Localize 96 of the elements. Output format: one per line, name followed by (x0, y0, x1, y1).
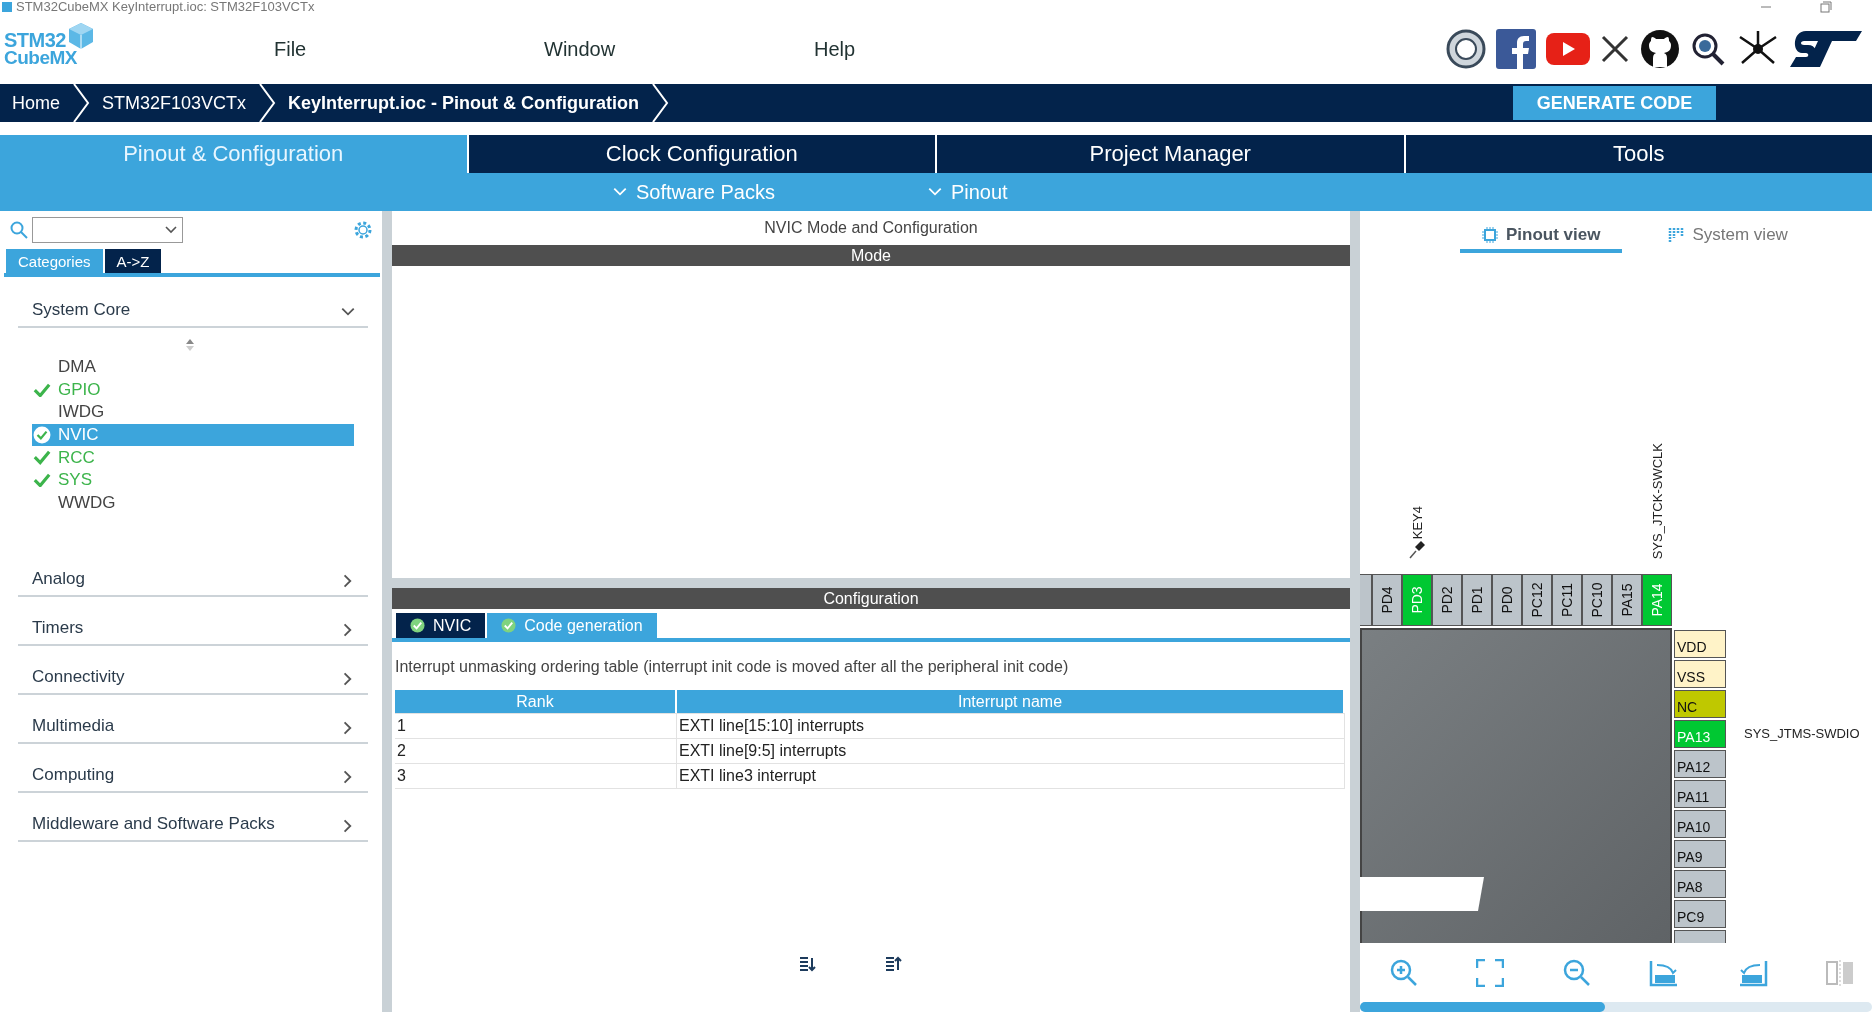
check-icon (33, 450, 51, 465)
menu-item[interactable]: Window (544, 37, 814, 61)
github-icon[interactable] (1640, 29, 1680, 69)
mode-header: Mode (392, 245, 1350, 266)
pin[interactable]: PC12 (1522, 574, 1552, 626)
rotate-left-icon[interactable] (1737, 958, 1768, 987)
restore-icon[interactable] (1820, 1, 1832, 13)
columns-icon (1668, 227, 1685, 243)
table-cell: 1 (395, 714, 677, 738)
category-label: Middleware and Software Packs (32, 814, 275, 835)
menu-item[interactable]: Help (814, 37, 1084, 61)
pin[interactable]: NC (1674, 690, 1726, 718)
logo-text: STM32 (4, 31, 66, 49)
category-header[interactable]: System Core (18, 291, 368, 328)
rotate-right-icon[interactable] (1649, 958, 1680, 987)
st-logo-icon[interactable] (1790, 29, 1862, 69)
x-icon[interactable] (1600, 34, 1630, 64)
table-cell: EXTI line[15:10] interrupts (677, 714, 1345, 738)
category-header[interactable]: Computing (18, 756, 368, 794)
zoom-out-icon[interactable] (1562, 958, 1591, 987)
main-tab[interactable]: Clock Configuration (468, 135, 935, 173)
view-tab[interactable]: Pinout view (1460, 221, 1623, 253)
peripheral-item[interactable]: DMA (32, 356, 354, 379)
category-label: Multimedia (32, 716, 115, 737)
category-header[interactable]: Middleware and Software Packs (18, 805, 368, 843)
pin[interactable]: PA9 (1674, 840, 1726, 868)
app-icon (2, 2, 12, 12)
pin[interactable]: VDD (1674, 630, 1726, 658)
check-icon (33, 382, 51, 398)
facebook-icon[interactable] (1496, 29, 1536, 69)
view-tab[interactable]: System view (1646, 221, 1810, 253)
pin[interactable]: PA11 (1674, 780, 1726, 808)
anniversary-badge-icon[interactable] (1446, 29, 1486, 69)
pin[interactable]: PD2 (1432, 574, 1462, 626)
category-header[interactable]: Multimedia (18, 707, 368, 745)
check-icon (501, 618, 517, 633)
pin[interactable]: PD0 (1492, 574, 1522, 626)
table-cell: EXTI line3 interrupt (677, 764, 1345, 788)
category-tab[interactable]: A->Z (104, 249, 162, 273)
sort-arrows-icon[interactable] (185, 338, 195, 352)
table-cell: 2 (395, 739, 677, 763)
table-cell: 3 (395, 764, 677, 788)
pin[interactable]: PA10 (1674, 810, 1726, 838)
sort-up-icon[interactable] (885, 956, 903, 972)
main-tab[interactable]: Tools (1405, 135, 1872, 173)
category-label: Analog (32, 569, 85, 590)
breadcrumb-item[interactable]: STM32F103VCTx (90, 92, 259, 114)
pin[interactable]: PA8 (1674, 870, 1726, 898)
category-header[interactable]: Analog (18, 560, 368, 598)
pin[interactable]: PC11 (1552, 574, 1582, 626)
category-header[interactable]: Connectivity (18, 658, 368, 696)
configuration-header: Configuration (392, 588, 1350, 609)
signal-label: SYS_JTMS-SWDIO (1744, 726, 1860, 741)
chip-icon (1482, 227, 1498, 243)
category-header[interactable]: Timers (18, 609, 368, 647)
breadcrumb-item[interactable]: KeyInterrupt.ioc - Pinout & Configuration (276, 92, 652, 114)
sort-down-icon[interactable] (799, 956, 817, 972)
search-icon (10, 221, 28, 239)
fit-screen-icon[interactable] (1476, 958, 1505, 987)
check-icon (410, 618, 425, 633)
description-text: Interrupt unmasking ordering table (interrupt init code is moved after all the peripheral init code) (395, 658, 1070, 676)
panel-title: NVIC Mode and Configuration (763, 218, 979, 238)
signal-label: SYS_JTCK-SWCLK (1649, 442, 1665, 560)
check-icon (33, 426, 51, 445)
pin[interactable]: PD1 (1462, 574, 1492, 626)
signal-label: KEY4 (1409, 505, 1425, 540)
check-icon (33, 473, 51, 488)
zoom-in-icon[interactable] (1390, 958, 1418, 987)
peripheral-item[interactable]: WWDG (32, 491, 354, 515)
column-header: Rank (395, 690, 677, 713)
cube-icon (66, 21, 96, 51)
pin[interactable]: PD4 (1372, 574, 1402, 626)
pin[interactable]: VSS (1674, 660, 1726, 688)
flip-icon[interactable] (1825, 958, 1854, 987)
window-title: STM32CubeMX KeyInterrupt.ioc: STM32F103VCTx (16, 0, 315, 14)
search-icon[interactable] (1690, 31, 1726, 67)
column-header: Interrupt name (677, 690, 1345, 713)
category-label: Computing (32, 765, 115, 786)
pin[interactable]: PA12 (1674, 750, 1726, 778)
horizontal-scrollbar[interactable] (1360, 1002, 1872, 1012)
menu-item[interactable]: File (274, 37, 544, 61)
youtube-icon[interactable] (1546, 33, 1590, 65)
pin[interactable]: PC10 (1582, 574, 1612, 626)
category-label: System Core (32, 300, 131, 320)
logo-text: CubeMX (4, 49, 77, 67)
settings-icon[interactable] (352, 219, 374, 241)
pin[interactable]: PC9 (1674, 900, 1726, 928)
peripheral-item[interactable]: IWDG (32, 401, 354, 424)
breadcrumb-item[interactable]: Home (0, 92, 72, 114)
search-combo-field[interactable] (32, 217, 183, 243)
category-label: Timers (32, 618, 84, 639)
pin[interactable]: PA15 (1612, 574, 1642, 626)
table-cell: EXTI line[9:5] interrupts (677, 739, 1345, 763)
category-label: Connectivity (32, 667, 125, 688)
config-tab[interactable]: NVIC (396, 613, 486, 638)
main-tab[interactable]: Project Manager (937, 135, 1404, 173)
